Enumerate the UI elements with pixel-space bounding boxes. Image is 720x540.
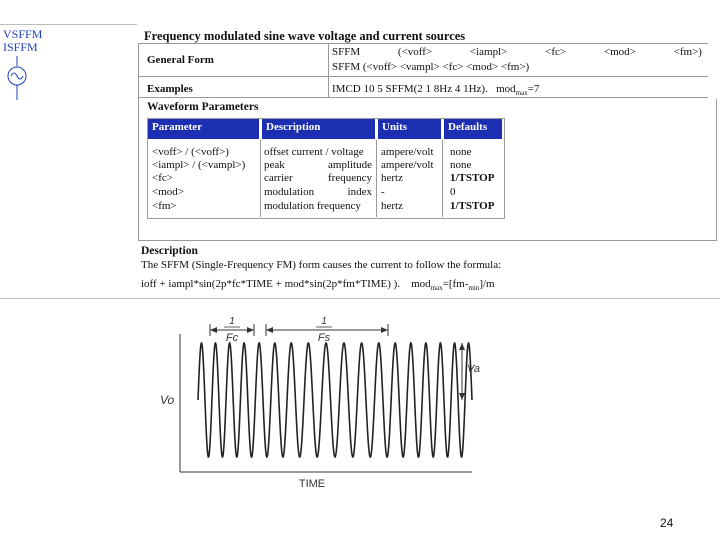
isffm-label: ISFFM [3, 40, 38, 54]
general-form-label: General Form [147, 54, 214, 66]
fs-numerator: 1 [321, 316, 327, 327]
gf-item: <mod> [603, 46, 636, 58]
header-defaults: Defaults [444, 119, 502, 139]
middle-divider [0, 298, 720, 299]
table-rule [138, 76, 708, 77]
fc-numerator: 1 [229, 316, 235, 327]
column-rule [376, 140, 377, 217]
description-formula: ioff + iampl*sin(2p*fc*TIME + mod*sin(2p… [141, 278, 495, 292]
param-fc: <fc> [152, 172, 173, 184]
page-title: Frequency modulated sine wave voltage an… [144, 29, 466, 43]
formula-mod-sub: max [430, 284, 443, 293]
header-parameter: Parameter [148, 119, 259, 139]
desc-right: index [347, 186, 372, 198]
description-text: The SFFM (Single-Frequency FM) form caus… [141, 259, 502, 271]
gf-item: (<voff> [397, 46, 433, 58]
sine-source-symbol-icon [7, 56, 27, 100]
general-form-line1: SFFM (<voff> <iampl> <fc> <mod> <fm>) [332, 46, 702, 58]
formula-mod: mod [411, 278, 431, 290]
description-title: Description [141, 245, 198, 257]
time-label: TIME [299, 478, 325, 490]
examples-label: Examples [147, 83, 193, 95]
fm-waveform-figure: 1 Fc 1 Fs Vo TIME Va [160, 316, 480, 490]
desc-fm: modulation frequency [264, 200, 361, 212]
desc-fc: carrier frequency [264, 172, 372, 184]
top-divider-left [0, 24, 137, 25]
mod-text: mod [496, 83, 516, 95]
header-units: Units [378, 119, 441, 139]
formula-main: ioff + iampl*sin(2p*fc*TIME + mod*sin(2p… [141, 278, 401, 290]
desc-left: carrier [264, 172, 293, 184]
gf-item: <fm>) [673, 46, 702, 58]
desc-mod: modulation index [264, 186, 372, 198]
vo-label: Vo [160, 393, 175, 407]
units-fm: hertz [381, 200, 403, 212]
formula-rest: =[fm- [442, 278, 469, 290]
header-description: Description [262, 119, 375, 139]
waveform-parameters-title: Waveform Parameters [147, 101, 259, 113]
examples-value: IMCD 10 5 SFFM(2 1 8Hz 4 1Hz). modmax=7 [332, 83, 540, 98]
fm-waveform-line [197, 341, 473, 459]
table-rule [138, 43, 139, 240]
general-form-line2: SFFM (<voff> <vampl> <fc> <mod> <fm>) [332, 61, 530, 73]
units-iampl: ampere/volt [381, 159, 434, 171]
gf-item: SFFM [332, 46, 361, 58]
desc-voff: offset current / voltage [264, 146, 364, 158]
mod-value: =7 [527, 83, 540, 95]
formula-rest2: ]/m [479, 278, 495, 290]
units-voff: ampere/volt [381, 146, 434, 158]
desc-left: modulation [264, 186, 315, 198]
table-rule [138, 240, 717, 241]
va-label: Va [467, 363, 480, 375]
units-fc: hertz [381, 172, 403, 184]
page-number: 24 [660, 516, 674, 530]
column-rule [260, 140, 261, 217]
desc-right: amplitude [328, 159, 372, 171]
gf-item: <iampl> [469, 46, 508, 58]
fc-label: Fc [226, 332, 239, 344]
default-fm: 1/TSTOP [450, 200, 495, 212]
desc-iampl: peak amplitude [264, 159, 372, 171]
example-code: IMCD 10 5 SFFM(2 1 8Hz 4 1Hz) [332, 83, 486, 95]
default-mod: 0 [450, 186, 456, 198]
gf-item: <fc> [545, 46, 567, 58]
default-voff: none [450, 146, 472, 158]
desc-right: frequency [328, 172, 372, 184]
fs-label: Fs [318, 332, 331, 344]
param-mod: <mod> [152, 186, 184, 198]
units-mod: - [381, 186, 385, 198]
mod-sub: max [515, 89, 528, 98]
param-fm: <fm> [152, 200, 177, 212]
desc-left: peak [264, 159, 285, 171]
table-rule [328, 43, 329, 97]
formula-min-sub: min [468, 284, 480, 293]
default-fc: 1/TSTOP [450, 172, 495, 184]
param-iampl: <iampl> / (<vampl>) [152, 159, 246, 171]
table-rule [138, 43, 708, 44]
param-voff: <voff> / (<voff>) [152, 146, 229, 158]
table-rule [716, 99, 717, 240]
default-iampl: none [450, 159, 472, 171]
column-rule [442, 140, 443, 217]
